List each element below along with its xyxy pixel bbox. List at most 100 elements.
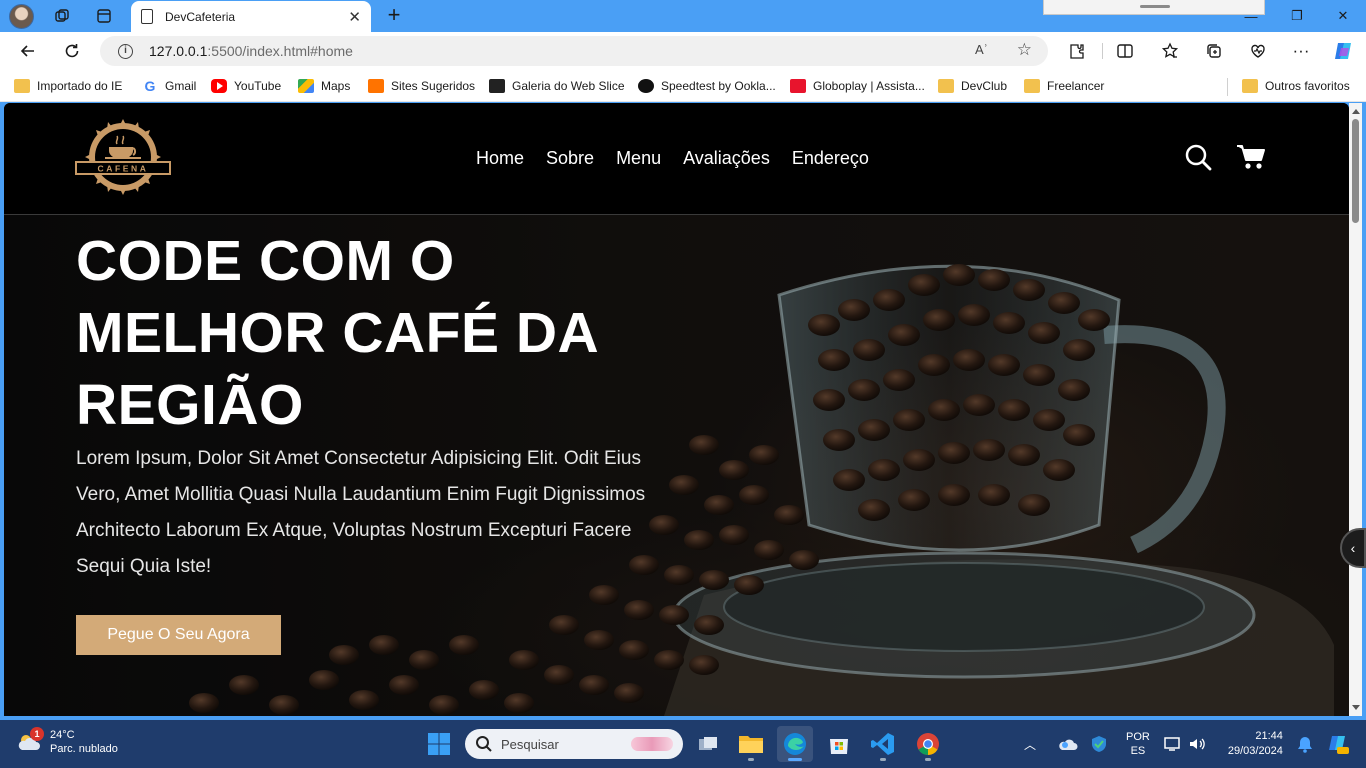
running-indicator [748, 758, 754, 761]
url-host: 127.0.0.1 [149, 43, 208, 59]
close-window-button[interactable]: ✕ [1320, 4, 1366, 28]
scroll-down-icon[interactable] [1352, 705, 1360, 710]
maps-icon [298, 79, 314, 93]
notifications-bell-icon[interactable] [1297, 735, 1313, 753]
store-icon [830, 739, 848, 754]
minimize-button[interactable]: — [1228, 4, 1274, 28]
main-nav: Home Sobre Menu Avaliações Endereço [476, 148, 891, 169]
favorite-label: Speedtest by Ookla... [661, 79, 776, 93]
security-shield-icon[interactable] [1090, 735, 1108, 753]
folder-icon [938, 79, 954, 93]
nav-endereco[interactable]: Endereço [792, 148, 869, 169]
running-indicator [880, 758, 886, 761]
maximize-button[interactable]: ❐ [1274, 4, 1320, 28]
store-button[interactable] [821, 726, 857, 762]
tab-title: DevCafeteria [165, 9, 236, 24]
globoplay-icon [790, 79, 806, 93]
task-view-button[interactable] [690, 726, 726, 762]
volume-icon[interactable] [1188, 736, 1206, 752]
favorite-web-slice[interactable]: Galeria do Web Slice [489, 77, 625, 95]
task-view-icon [699, 737, 717, 750]
new-tab-button[interactable]: + [381, 3, 407, 29]
more-options-icon[interactable]: ··· [1287, 38, 1315, 64]
favorite-youtube[interactable]: YouTube [211, 77, 281, 95]
edge-icon [784, 733, 806, 755]
show-hidden-icons-icon[interactable]: ︿ [1024, 736, 1036, 753]
windows-icon [428, 733, 450, 755]
tab-actions-icon[interactable] [91, 4, 117, 28]
window-edge [1362, 103, 1366, 716]
favorite-label: DevClub [961, 79, 1008, 93]
favorite-importado-do-ie[interactable]: Importado do IE [14, 77, 122, 95]
favorite-outros-favoritos[interactable]: Outros favoritos [1242, 77, 1350, 95]
system-tray: ︿ POR ES 21:44 29/03/2024 [1024, 720, 1349, 768]
nav-home[interactable]: Home [476, 148, 524, 169]
header-actions [1184, 143, 1266, 171]
clock-time: 21:44 [1255, 730, 1283, 742]
copilot-preview-icon[interactable] [1327, 733, 1349, 755]
edge-taskbar-button[interactable] [777, 726, 813, 762]
cart-icon[interactable] [1236, 143, 1266, 171]
toolbar-divider [1102, 43, 1103, 59]
favorites-divider [1227, 78, 1228, 96]
folder-icon [14, 79, 30, 93]
browser-tab-strip: DevCafeteria ✕ + — ❐ ✕ [0, 0, 1366, 32]
weather-desc: Parc. nublado [50, 743, 118, 755]
speedtest-icon [638, 79, 654, 93]
favorite-label: Globoplay | Assista... [813, 79, 925, 93]
notification-badge: 1 [30, 727, 44, 741]
scroll-up-icon[interactable] [1352, 109, 1360, 114]
favorites-icon[interactable] [1156, 38, 1184, 64]
favorite-label: Importado do IE [37, 79, 123, 93]
input-language[interactable]: POR ES [1126, 730, 1150, 758]
site-info-icon[interactable]: i [118, 43, 133, 59]
network-icon[interactable] [1164, 736, 1182, 752]
back-icon[interactable] [14, 38, 42, 64]
taskbar-search[interactable]: Pesquisar [465, 729, 683, 759]
address-bar[interactable]: i 127.0.0.1:5500/index.html#home Aʾ ☆ [100, 36, 1048, 66]
favorite-label: YouTube [234, 79, 282, 93]
favorite-maps[interactable]: Maps [298, 77, 350, 95]
file-explorer-button[interactable] [733, 726, 769, 762]
folder-icon [1024, 79, 1040, 93]
youtube-icon [211, 79, 227, 93]
favorite-devclub[interactable]: DevClub [938, 77, 1007, 95]
favorites-bar: Importado do IE G Gmail YouTube Maps Site… [0, 70, 1366, 102]
language-code: POR [1126, 731, 1150, 743]
order-now-button[interactable]: Pegue O Seu Agora [76, 615, 281, 655]
browser-essentials-icon[interactable] [1244, 38, 1272, 64]
nav-menu[interactable]: Menu [616, 148, 661, 169]
search-icon[interactable] [1184, 143, 1212, 171]
start-button[interactable] [421, 726, 457, 762]
add-favorite-icon[interactable]: ☆ [1017, 40, 1032, 60]
extensions-icon[interactable] [1063, 38, 1091, 64]
workspaces-icon[interactable] [49, 4, 75, 28]
site-header: CAFENA Home Sobre Menu Avaliações Endere… [4, 103, 1349, 215]
favorite-freelancer[interactable]: Freelancer [1024, 77, 1104, 95]
weather-widget[interactable]: 1 24°C Parc. nublado [16, 727, 118, 756]
chrome-button[interactable] [910, 726, 946, 762]
suggested-sites-icon [368, 79, 384, 93]
vscode-button[interactable] [865, 726, 901, 762]
cafena-logo[interactable]: CAFENA [75, 117, 171, 197]
favorite-sites-sugeridos[interactable]: Sites Sugeridos [368, 77, 475, 95]
onedrive-icon[interactable] [1058, 736, 1078, 752]
nav-avaliacoes[interactable]: Avaliações [683, 148, 770, 169]
clock[interactable]: 21:44 29/03/2024 [1228, 729, 1283, 759]
page-scrollbar[interactable] [1349, 103, 1362, 716]
tab-close-icon[interactable]: ✕ [348, 8, 361, 26]
nav-sobre[interactable]: Sobre [546, 148, 594, 169]
favorite-gmail[interactable]: G Gmail [142, 77, 197, 95]
tab-devcafeteria[interactable]: DevCafeteria ✕ [131, 1, 371, 32]
read-aloud-icon[interactable]: Aʾ [975, 42, 988, 57]
favorite-globoplay[interactable]: Globoplay | Assista... [790, 77, 925, 95]
search-icon [476, 736, 492, 752]
collections-icon[interactable] [1200, 38, 1228, 64]
profile-avatar[interactable] [9, 4, 34, 29]
scrollbar-thumb[interactable] [1352, 119, 1359, 223]
favorite-speedtest[interactable]: Speedtest by Ookla... [638, 77, 776, 95]
favorite-label: Outros favoritos [1265, 79, 1350, 93]
reload-icon[interactable] [58, 38, 86, 64]
copilot-icon[interactable] [1329, 38, 1357, 64]
split-screen-icon[interactable] [1111, 38, 1139, 64]
